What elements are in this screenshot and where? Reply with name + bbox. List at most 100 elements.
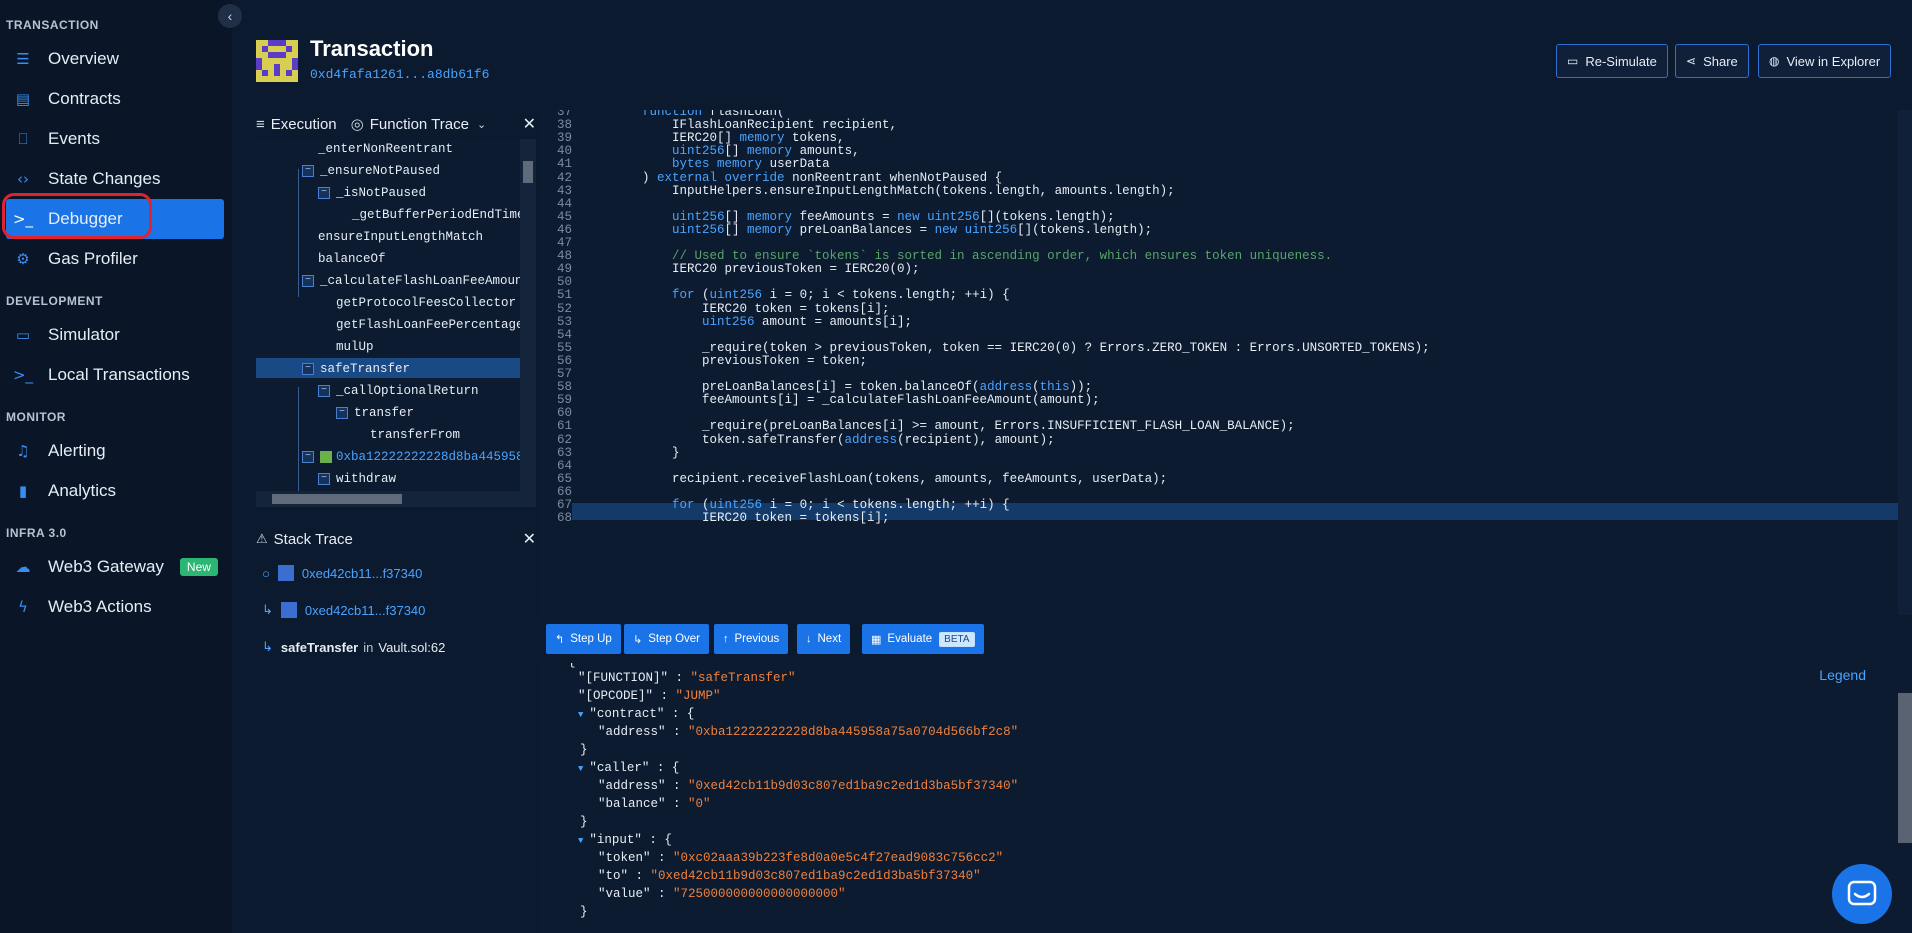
collapse-icon[interactable]: − (318, 384, 330, 397)
function-trace-dropdown[interactable]: Function Trace (370, 116, 469, 133)
sidebar-item-label: Web3 Actions (48, 597, 152, 616)
beta-badge: BETA (939, 631, 975, 647)
tree-node[interactable]: mulUp (336, 337, 374, 357)
stack-trace-header: ⚠ Stack Trace ✕ (256, 526, 536, 552)
section-infra: INFRA 3.0 (6, 526, 67, 540)
return-arrow-icon: ↳ (262, 639, 273, 654)
collapse-icon[interactable]: − (302, 164, 314, 177)
stack-trace-in-label: in (363, 639, 374, 655)
tree-node[interactable]: getProtocolFeesCollector (336, 293, 516, 313)
stack-trace-row[interactable]: ○ 0xed42cb11...f37340 (262, 562, 422, 584)
terminal-icon: >_ (12, 366, 34, 384)
json-line[interactable]: ▼ "caller" : { (578, 759, 679, 777)
section-development: DEVELOPMENT (6, 294, 103, 308)
legend-link[interactable]: Legend (1819, 667, 1866, 683)
json-vertical-scrollbar[interactable] (1898, 693, 1912, 843)
collapse-icon[interactable]: − (336, 406, 348, 419)
chevron-down-icon: ⌄ (476, 118, 487, 131)
sidebar-item-debugger[interactable]: >_ Debugger (6, 199, 224, 239)
collapse-icon[interactable]: − (318, 472, 330, 485)
tree-node[interactable]: _getBufferPeriodEndTime (352, 205, 525, 225)
stack-trace-row[interactable]: ↳ 0xed42cb11...f37340 (262, 599, 425, 621)
view-in-explorer-button[interactable]: ◍ View in Explorer (1758, 44, 1892, 78)
collapse-icon[interactable]: − (302, 450, 314, 463)
json-line[interactable]: ▼ "contract" : { (578, 705, 694, 723)
tree-vertical-scrollbar[interactable] (520, 139, 536, 507)
tree-node-label: mulUp (336, 340, 374, 354)
tree-node[interactable]: − withdraw (318, 469, 396, 489)
json-line: "to" : "0xed42cb11b9d03c807ed1ba9c2ed1d3… (598, 869, 981, 883)
resimulate-button[interactable]: ▭ Re-Simulate (1556, 44, 1668, 78)
sidebar-item-state-changes[interactable]: ‹› State Changes (6, 159, 224, 199)
tree-node[interactable]: − transfer (336, 403, 414, 423)
json-line: "address" : "0xba12222222228d8ba445958a7… (598, 725, 1019, 739)
sidebar-item-alerting[interactable]: ♫ Alerting (6, 431, 224, 471)
tree-node[interactable]: − _isNotPaused (318, 183, 426, 203)
collapse-icon[interactable]: − (318, 186, 330, 199)
json-line[interactable]: ▼ "input" : { (578, 831, 672, 849)
evaluate-button[interactable]: ▦ Evaluate BETA (862, 624, 984, 654)
json-key: "value" (598, 887, 651, 901)
resimulate-label: Re-Simulate (1585, 53, 1657, 69)
tree-node[interactable]: transferFrom (370, 425, 460, 445)
expand-triangle-icon[interactable]: ▼ (578, 710, 583, 720)
step-over-button[interactable]: ↳ Step Over (624, 624, 709, 654)
tab-execution[interactable]: Execution (271, 116, 337, 133)
tree-node[interactable]: − 0xba12222222228d8ba445958a7 (302, 447, 536, 467)
sidebar-item-contracts[interactable]: ▤ Contracts (6, 79, 224, 119)
tree-node-selected[interactable]: − safeTransfer (302, 359, 410, 379)
bookmark-icon: ⎕ (18, 130, 28, 148)
calculator-icon: ▦ (871, 633, 882, 646)
lightning-icon: ϟ (18, 598, 28, 616)
expand-triangle-icon[interactable]: ▼ (578, 764, 583, 774)
tree-guide (298, 387, 299, 497)
section-transaction: TRANSACTION (6, 18, 99, 32)
sidebar-item-web3-gateway[interactable]: ☁ Web3 Gateway New (6, 547, 224, 587)
tree-node[interactable]: getFlashLoanFeePercentage (336, 315, 524, 335)
step-up-button[interactable]: ↰ Step Up (546, 624, 621, 654)
json-line: "balance" : "0" (598, 797, 711, 811)
share-button[interactable]: ⋖ Share (1675, 44, 1749, 78)
collapse-icon[interactable]: − (302, 274, 314, 287)
tree-horizontal-scrollbar[interactable] (256, 491, 520, 507)
sidebar-item-gas-profiler[interactable]: ⚙ Gas Profiler (6, 239, 224, 279)
sidebar-item-overview[interactable]: ☰ Overview (6, 39, 224, 79)
transaction-hash[interactable]: 0xd4fafa1261...a8db61f6 (310, 67, 489, 82)
json-key: "input" (589, 833, 642, 847)
stack-trace-row[interactable]: ↳ safeTransfer in Vault.sol:62 (262, 636, 445, 658)
code-vertical-scrollbar[interactable] (1898, 110, 1912, 615)
code-text: previousToken = token; (612, 353, 868, 368)
tree-node[interactable]: − _callOptionalReturn (318, 381, 479, 401)
close-icon[interactable]: ✕ (523, 529, 536, 549)
collapse-icon[interactable]: − (302, 362, 314, 375)
expand-triangle-icon[interactable]: ▼ (578, 836, 583, 846)
scroll-thumb[interactable] (523, 161, 533, 183)
tree-node[interactable]: − _calculateFlashLoanFeeAmount (302, 271, 530, 291)
tree-node[interactable]: balanceOf (318, 249, 386, 269)
sidebar-item-simulator[interactable]: ▭ Simulator (6, 315, 224, 355)
align-left-icon: ≡ (256, 115, 265, 133)
sidebar-item-events[interactable]: ⎕ Events (6, 119, 224, 159)
tree-node-label: 0xba12222222228d8ba445958a7 (336, 450, 536, 464)
chat-support-button[interactable] (1832, 864, 1892, 924)
sidebar-collapse-button[interactable]: ‹ (218, 4, 242, 28)
sidebar-item-analytics[interactable]: ▮ Analytics (6, 471, 224, 511)
json-value: "0xed42cb11b9d03c807ed1ba9c2ed1d3ba5bf37… (688, 779, 1019, 793)
scroll-thumb[interactable] (272, 494, 402, 504)
previous-button[interactable]: ↑ Previous (714, 624, 789, 654)
tree-node[interactable]: − _ensureNotPaused (302, 161, 440, 181)
next-button[interactable]: ↓ Next (797, 624, 851, 654)
tree-node[interactable]: _enterNonReentrant (318, 139, 453, 159)
json-key: "[OPCODE]" (578, 689, 654, 703)
tree-guide (298, 169, 299, 297)
share-icon: ⋖ (1686, 54, 1697, 68)
arrow-up-icon: ↑ (723, 633, 729, 645)
close-icon[interactable]: ✕ (523, 114, 536, 134)
sidebar-item-web3-actions[interactable]: ϟ Web3 Actions (6, 587, 224, 627)
sidebar-item-local-transactions[interactable]: >_ Local Transactions (6, 355, 224, 395)
code-line: 65 recipient.receiveFlashLoan(tokens, am… (540, 471, 1167, 487)
tree-node[interactable]: ensureInputLengthMatch (318, 227, 483, 247)
json-value: "0xc02aaa39b223fe8d0a0e5c4f27ead9083c756… (673, 851, 1004, 865)
sidebar-item-label: Alerting (48, 441, 106, 460)
target-icon: ◎ (350, 116, 364, 133)
